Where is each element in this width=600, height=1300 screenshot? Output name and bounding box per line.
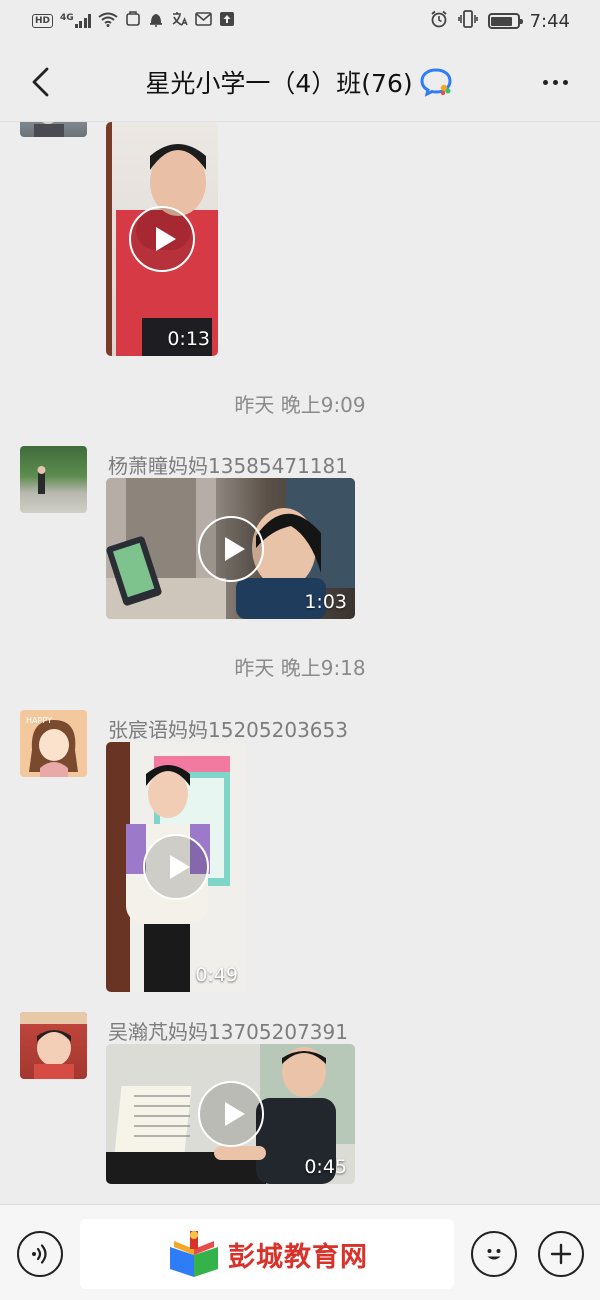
play-icon[interactable]	[197, 515, 264, 582]
video-duration: 1:03	[304, 591, 347, 613]
nfc-icon	[125, 11, 141, 31]
video-message[interactable]: 1:03	[106, 478, 355, 619]
video-duration: 0:49	[195, 964, 238, 986]
enterprise-chat-icon	[419, 67, 455, 97]
battery-level	[491, 16, 513, 26]
hd-icon: HD	[32, 14, 54, 28]
avatar[interactable]: HAPPY	[20, 710, 87, 777]
more-dots-icon	[542, 79, 568, 85]
chat-title: 星光小学一（4）班(76)	[145, 69, 413, 98]
translate-icon	[171, 11, 188, 31]
plus-icon	[550, 1243, 572, 1265]
alarm-icon	[430, 10, 448, 32]
title-bar: 星光小学一（4）班(76)	[0, 42, 600, 122]
video-message[interactable]: 0:49	[106, 742, 246, 992]
emoji-icon	[487, 1249, 501, 1260]
book-logo-icon	[170, 1231, 218, 1277]
input-bar: 彭城教育网	[0, 1204, 600, 1300]
chat-screen: HD 4G 7:44 星光小学一（4）班(76) 0:13 昨天 晚上9:09 …	[0, 0, 600, 1300]
video-message[interactable]: 0:13	[106, 122, 218, 356]
emoji-button[interactable]	[471, 1231, 517, 1277]
video-duration: 0:13	[167, 328, 210, 350]
svg-text:HAPPY: HAPPY	[26, 716, 52, 725]
video-message[interactable]: 0:45	[106, 1044, 355, 1184]
network-type-label: 4G	[60, 13, 74, 23]
chat-area[interactable]: 0:13 昨天 晚上9:09 杨萧瞳妈妈13585471181 1:03 昨天 …	[0, 122, 600, 1204]
chevron-left-icon	[32, 67, 49, 97]
signal-icon: 4G	[60, 13, 92, 28]
sender-name: 杨萧瞳妈妈13585471181	[108, 454, 348, 478]
video-duration: 0:45	[304, 1156, 347, 1178]
sender-name: 吴瀚芃妈妈13705207391	[108, 1020, 348, 1044]
avatar[interactable]	[20, 122, 87, 137]
vibrate-icon	[457, 10, 478, 32]
avatar[interactable]	[20, 446, 87, 513]
sender-name: 张宸语妈妈15205203653	[108, 718, 348, 742]
more-button[interactable]	[536, 67, 574, 97]
notification-icon	[148, 11, 164, 31]
avatar[interactable]	[20, 1012, 87, 1079]
add-button[interactable]	[538, 1231, 584, 1277]
timestamp: 昨天 晚上9:09	[234, 393, 366, 417]
watermark-text: 彭城教育网	[228, 1241, 368, 1273]
wifi-icon	[98, 12, 118, 31]
back-button[interactable]	[20, 62, 60, 102]
mail-icon	[195, 12, 212, 30]
message-input[interactable]: 彭城教育网	[80, 1219, 454, 1289]
play-icon[interactable]	[129, 206, 195, 272]
voice-button[interactable]	[17, 1231, 63, 1277]
play-icon[interactable]	[143, 834, 209, 900]
battery-icon	[487, 13, 523, 29]
status-bar: HD 4G 7:44	[0, 0, 600, 42]
status-time: 7:44	[529, 10, 570, 32]
upload-icon	[219, 11, 235, 31]
voice-icon	[32, 1244, 47, 1264]
play-icon[interactable]	[197, 1081, 264, 1147]
timestamp: 昨天 晚上9:18	[234, 656, 366, 680]
